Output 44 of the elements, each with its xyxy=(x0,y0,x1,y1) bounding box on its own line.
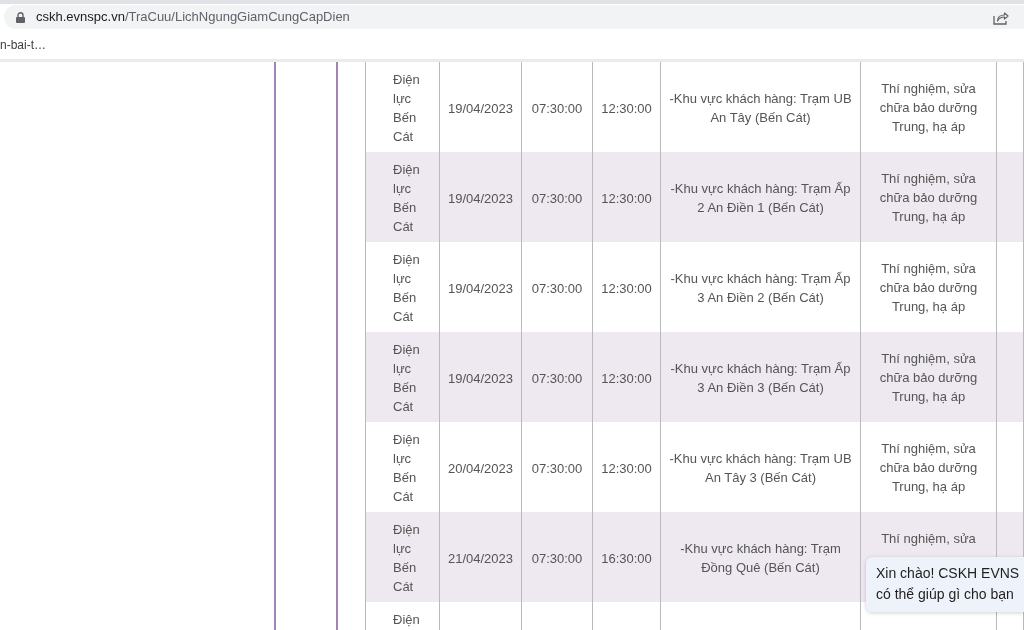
bookmark-item[interactable]: n-bai-t… xyxy=(0,36,46,54)
table-cell-text: 07:30:00 xyxy=(531,99,583,118)
table-cell-text: -Khu vực khách hàng: Trạm UB An Tây 3 (Bến Cát) xyxy=(669,450,852,487)
table-cell-text: 20/04/2023 xyxy=(447,459,514,478)
table-cell-text: Điện xyxy=(393,611,420,629)
url-text: cskh.evnspc.vn/TraCuu/LichNgungGiamCungCapDien xyxy=(36,8,350,27)
table-cell-text: Thí nghiệm, sửa chữa bảo dưỡng Trung, hạ áp xyxy=(878,80,979,136)
table-cell-text: -Khu vực khách hàng: Trạm Ấp 3 An Điền 2 (Bến Cát) xyxy=(669,270,852,307)
table-cell-text: Thí nghiệm, sửa chữa bảo dưỡng Trung, hạ áp xyxy=(878,170,979,226)
table-cell-text: Thí nghiệm, sửa xyxy=(881,530,976,548)
table-cell-text: 07:30:00 xyxy=(531,369,583,388)
table-cell-text: -Khu vực khách hàng: Trạm Đồng Quê (Bến Cát) xyxy=(679,540,842,577)
table-cell-text: 07:30:00 xyxy=(531,279,583,298)
table-cell-text: 12:30:00 xyxy=(601,99,652,118)
table-cell-text: 12:30:00 xyxy=(601,369,652,388)
table-cell-text: Thí nghiệm, sửa chữa bảo dưỡng Trung, hạ áp xyxy=(878,350,979,406)
table-cell-text: 19/04/2023 xyxy=(447,369,514,388)
chat-popup[interactable]: Xin chào! CSKH EVNS có thể giúp gì cho bạn xyxy=(866,557,1024,612)
table-cell-text: 07:30:00 xyxy=(531,549,583,568)
table-cell-text: Điện lực Bến Cát xyxy=(393,341,421,416)
table-cell-text: Điện lực Bến Cát xyxy=(393,431,421,506)
table-cell-text: 12:30:00 xyxy=(601,459,652,478)
table-cell-text: 07:30:00 xyxy=(531,189,583,208)
table-cell-text: -Khu vực khách hàng: Trạm UB An Tây (Bến Cát) xyxy=(669,90,852,127)
share-icon[interactable] xyxy=(993,9,1009,25)
table-cell-text: Điện lực Bến Cát xyxy=(393,71,421,146)
lock-icon xyxy=(16,11,25,23)
table-cell-text: Thí nghiệm, sửa chữa bảo dưỡng Trung, hạ áp xyxy=(878,440,979,496)
table-cell-text: Điện lực Bến Cát xyxy=(393,161,421,236)
table-cell-text: Điện lực Bến Cát xyxy=(393,521,421,596)
address-bar[interactable]: cskh.evnspc.vn/TraCuu/LichNgungGiamCungCapDien xyxy=(4,5,1024,29)
table-cell-text: -Khu vực khách hàng: Trạm Ấp 2 An Điền 1 (Bến Cát) xyxy=(669,180,852,217)
table-cell-text: 16:30:00 xyxy=(601,549,652,568)
table-cell-text: 21/04/2023 xyxy=(447,549,514,568)
table-cell-text: 07:30:00 xyxy=(531,459,583,478)
table-cell-text: -Khu vực khách hàng: Trạm Ấp 3 An Điền 3 (Bến Cát) xyxy=(669,360,852,397)
table-cell-text: 19/04/2023 xyxy=(447,99,514,118)
table-cell-text: 12:30:00 xyxy=(601,279,652,298)
table-cell-text: 12:30:00 xyxy=(601,189,652,208)
table-cell-text: 19/04/2023 xyxy=(447,279,514,298)
table-cell-text: Điện lực Bến Cát xyxy=(393,251,421,326)
chat-message: Xin chào! CSKH EVNS có thể giúp gì cho bạn xyxy=(875,564,1020,604)
table-cell-text: Thí nghiệm, sửa chữa bảo dưỡng Trung, hạ áp xyxy=(878,260,979,316)
table-cell-text: 19/04/2023 xyxy=(447,189,514,208)
